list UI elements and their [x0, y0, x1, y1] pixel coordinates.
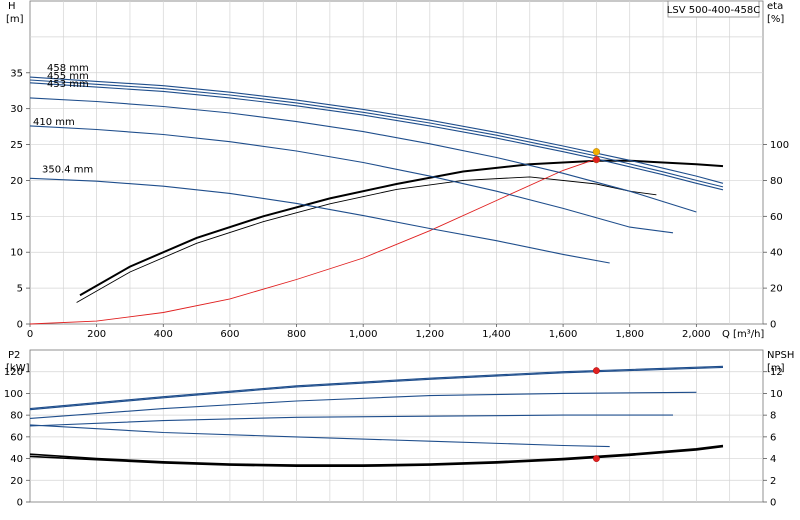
- left-axis-tick-label: 5: [17, 284, 23, 295]
- left-axis-tick-label: 25: [10, 140, 23, 151]
- right-axis-tick-label: 4: [770, 454, 776, 465]
- left-axis-tick-label: 10: [10, 248, 23, 259]
- head-curve-label: 453 mm: [47, 79, 89, 90]
- x-axis-tick-label: 1,200: [415, 329, 444, 340]
- right-axis-unit: [%]: [767, 14, 784, 25]
- head-curve-label: 410 mm: [33, 117, 75, 128]
- left-axis-tick-label: 35: [10, 68, 23, 79]
- right-axis-tick-label: 80: [770, 176, 783, 187]
- right-axis-tick-label: 60: [770, 212, 783, 223]
- left-axis-tick-label: 0: [17, 320, 23, 331]
- right-axis-tick-label: 2: [770, 476, 776, 487]
- left-axis-tick-label: 20: [10, 176, 23, 187]
- left-axis-tick-label: 30: [10, 104, 23, 115]
- right-axis-tick-label: 8: [770, 411, 776, 422]
- duty-point-marker: [592, 148, 601, 156]
- right-axis-tick-label: 6: [770, 432, 776, 443]
- head-efficiency-panel: 0 5 10 15 20 25 30 35 0 20 40 60 80 100 H [m] eta [%] 0 200…: [6, 0, 789, 340]
- model-label-box: LSV 500-400-458C: [667, 0, 760, 18]
- left-axis-unit: [m]: [6, 14, 24, 25]
- right-axis-tick-label: 20: [770, 284, 783, 295]
- right-axis-unit: [m]: [767, 363, 785, 374]
- power-npsh-panel: 020406080100120024681012P2[kW]NPSH[m]: [4, 349, 794, 509]
- x-axis-tick-label: 1,600: [549, 329, 578, 340]
- x-axis-tick-label: 2,000: [682, 329, 711, 340]
- left-axis-tick-label: 80: [10, 411, 23, 422]
- pump-curve-chart: 05101520253035020406080100H[m]eta[%]0 200…: [4, 0, 794, 509]
- duty-point-marker: [592, 156, 601, 164]
- left-axis-title: P2: [8, 350, 20, 361]
- x-axis-tick-label: 200: [87, 329, 106, 340]
- x-axis-unit-label: Q [m³/h]: [722, 329, 764, 340]
- right-axis-tick-label: 0: [770, 320, 776, 331]
- duty-point-marker: [593, 455, 600, 462]
- x-axis-tick-label: 1,800: [615, 329, 644, 340]
- left-axis-unit: [kW]: [6, 363, 30, 374]
- right-axis-title: NPSH: [767, 350, 794, 361]
- x-axis-tick-label: 1,400: [482, 329, 511, 340]
- head-curve-label: 350.4 mm: [42, 164, 93, 175]
- left-axis-tick-label: 100: [4, 389, 23, 400]
- right-axis-tick-label: 0: [770, 498, 776, 509]
- x-axis-tick-label: 0: [27, 329, 33, 340]
- x-axis-tick-label: 600: [220, 329, 239, 340]
- model-label: LSV 500-400-458C: [667, 5, 760, 16]
- left-axis-tick-label: 40: [10, 454, 23, 465]
- x-axis-tick-label: 400: [154, 329, 173, 340]
- right-axis-tick-label: 40: [770, 248, 783, 259]
- left-axis-tick-label: 60: [10, 432, 23, 443]
- left-axis-tick-label: 20: [10, 476, 23, 487]
- left-axis-title: H: [8, 1, 16, 12]
- right-axis-tick-label: 10: [770, 389, 783, 400]
- x-axis-tick-label: 1,000: [349, 329, 378, 340]
- right-axis-title: eta: [767, 1, 783, 12]
- left-axis-tick-label: 0: [17, 498, 23, 509]
- right-axis-tick-label: 100: [770, 140, 789, 151]
- x-axis-tick-label: 800: [287, 329, 306, 340]
- left-axis-tick-label: 15: [10, 212, 23, 223]
- duty-point-marker: [593, 367, 600, 375]
